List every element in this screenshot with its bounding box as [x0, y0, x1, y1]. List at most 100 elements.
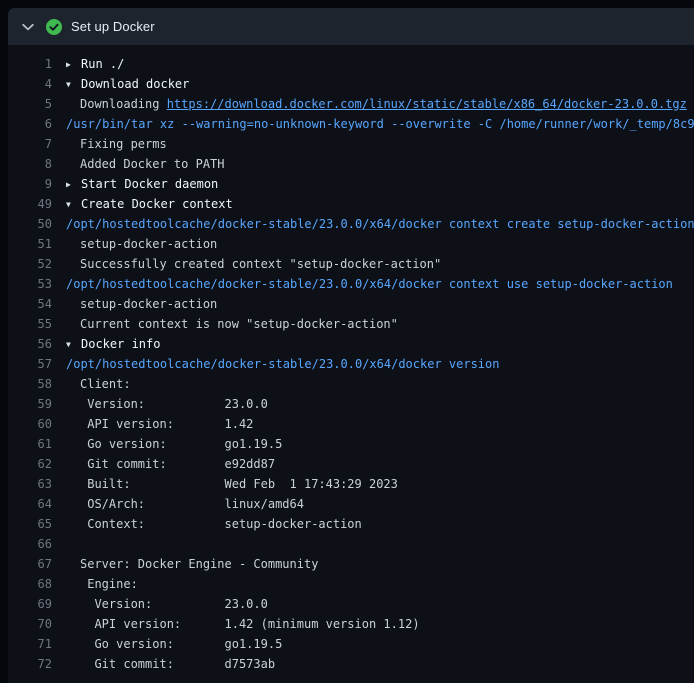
log-text: Context: setup-docker-action — [80, 517, 362, 531]
line-content: Built: Wed Feb 1 17:43:29 2023 — [80, 474, 398, 494]
line-number[interactable]: 6 — [8, 114, 52, 134]
log-text: Engine: — [80, 577, 138, 591]
line-content: API version: 1.42 (minimum version 1.12) — [80, 614, 420, 634]
log-link[interactable]: https://download.docker.com/linux/static… — [167, 97, 687, 111]
log-row: 7 Fixing perms — [8, 134, 694, 154]
line-number[interactable]: 8 — [8, 154, 52, 174]
log-row: 68 Engine: — [8, 574, 694, 594]
log-row: 57/opt/hostedtoolcache/docker-stable/23.… — [8, 354, 694, 374]
command-text: /usr/bin/tar xz --warning=no-unknown-key… — [66, 117, 694, 131]
triangle-down-icon[interactable]: ▼ — [66, 75, 74, 94]
line-content: ▶ Start Docker daemon — [66, 174, 218, 194]
line-number[interactable]: 50 — [8, 214, 52, 234]
log-text: Download docker — [81, 77, 189, 91]
line-number[interactable]: 51 — [8, 234, 52, 254]
line-number[interactable]: 52 — [8, 254, 52, 274]
log-row: 58 Client: — [8, 374, 694, 394]
line-number[interactable]: 49 — [8, 194, 52, 214]
log-text: Version: 23.0.0 — [80, 397, 268, 411]
line-content: Go version: go1.19.5 — [80, 634, 282, 654]
line-number[interactable]: 69 — [8, 594, 52, 614]
log-row: 55 Current context is now "setup-docker-a… — [8, 314, 694, 334]
line-number[interactable]: 70 — [8, 614, 52, 634]
line-number[interactable]: 68 — [8, 574, 52, 594]
line-number[interactable]: 62 — [8, 454, 52, 474]
line-number[interactable]: 65 — [8, 514, 52, 534]
line-number[interactable]: 1 — [8, 54, 52, 74]
line-number[interactable]: 9 — [8, 174, 52, 194]
line-number[interactable]: 54 — [8, 294, 52, 314]
line-content: ▶Run ./ — [66, 54, 124, 74]
line-content: Fixing perms — [80, 134, 167, 154]
line-content: Added Docker to PATH — [80, 154, 225, 174]
line-content: Client: — [80, 374, 131, 394]
triangle-right-icon[interactable]: ▶ — [66, 175, 74, 194]
line-content: Git commit: e92dd87 — [80, 454, 275, 474]
line-number[interactable]: 57 — [8, 354, 52, 374]
line-number[interactable]: 5 — [8, 94, 52, 114]
line-content: Go version: go1.19.5 — [80, 434, 282, 454]
line-number[interactable]: 4 — [8, 74, 52, 94]
line-content: Context: setup-docker-action — [80, 514, 362, 534]
line-content: /opt/hostedtoolcache/docker-stable/23.0.… — [66, 214, 694, 234]
log-group-row[interactable]: 49 ▼ Create Docker context — [8, 194, 694, 214]
chevron-down-icon[interactable] — [20, 19, 36, 35]
log-group-row[interactable]: 1 ▶Run ./ — [8, 54, 694, 74]
line-number[interactable]: 72 — [8, 654, 52, 674]
workflow-log-page: Set up Docker 1 ▶Run ./ 4 ▼ Download docker 5… — [0, 0, 694, 683]
line-content: /opt/hostedtoolcache/docker-stable/23.0.… — [66, 354, 499, 374]
log-group-row[interactable]: 9 ▶ Start Docker daemon — [8, 174, 694, 194]
line-content: Git commit: d7573ab — [80, 654, 275, 674]
log-row: 66 — [8, 534, 694, 554]
log-row: 71 Go version: go1.19.5 — [8, 634, 694, 654]
line-number[interactable]: 53 — [8, 274, 52, 294]
log-text: Git commit: e92dd87 — [80, 457, 275, 471]
line-number[interactable]: 58 — [8, 374, 52, 394]
log-text: Current context is now "setup-docker-act… — [80, 317, 398, 331]
line-number[interactable]: 64 — [8, 494, 52, 514]
log-text: Client: — [80, 377, 131, 391]
log-text: Start Docker daemon — [81, 177, 218, 191]
line-number[interactable]: 61 — [8, 434, 52, 454]
triangle-down-icon[interactable]: ▼ — [66, 195, 74, 214]
log-row: 8 Added Docker to PATH — [8, 154, 694, 174]
log-text: setup-docker-action — [80, 297, 217, 311]
log-row: 54 setup-docker-action — [8, 294, 694, 314]
line-number[interactable]: 71 — [8, 634, 52, 654]
line-number[interactable]: 55 — [8, 314, 52, 334]
log-text: setup-docker-action — [80, 237, 217, 251]
step-log-panel: Set up Docker 1 ▶Run ./ 4 ▼ Download docker 5… — [8, 8, 694, 683]
log-text: Fixing perms — [80, 137, 167, 151]
step-header[interactable]: Set up Docker — [8, 8, 694, 45]
log-group-row[interactable]: 4 ▼ Download docker — [8, 74, 694, 94]
command-text: /opt/hostedtoolcache/docker-stable/23.0.… — [66, 357, 499, 371]
line-content: ▼ Create Docker context — [66, 194, 233, 214]
log-text: API version: 1.42 (minimum version 1.12) — [80, 617, 420, 631]
line-number[interactable]: 66 — [8, 534, 52, 554]
log-text: Successfully created context "setup-dock… — [80, 257, 441, 271]
line-number[interactable]: 63 — [8, 474, 52, 494]
line-number[interactable]: 60 — [8, 414, 52, 434]
line-number[interactable]: 56 — [8, 334, 52, 354]
line-number[interactable]: 59 — [8, 394, 52, 414]
line-content: Engine: — [80, 574, 138, 594]
triangle-down-icon[interactable]: ▼ — [66, 335, 74, 354]
log-text: Server: Docker Engine - Community — [80, 557, 318, 571]
log-row: 61 Go version: go1.19.5 — [8, 434, 694, 454]
line-number[interactable]: 67 — [8, 554, 52, 574]
log-row: 53/opt/hostedtoolcache/docker-stable/23.… — [8, 274, 694, 294]
log-text: Version: 23.0.0 — [80, 597, 268, 611]
log-text: Added Docker to PATH — [80, 157, 225, 171]
line-content: Current context is now "setup-docker-act… — [80, 314, 398, 334]
line-content: OS/Arch: linux/amd64 — [80, 494, 304, 514]
line-content: setup-docker-action — [80, 294, 217, 314]
line-content: /opt/hostedtoolcache/docker-stable/23.0.… — [66, 274, 673, 294]
log-group-row[interactable]: 56▼Docker info — [8, 334, 694, 354]
line-number[interactable]: 7 — [8, 134, 52, 154]
line-content: Successfully created context "setup-dock… — [80, 254, 441, 274]
line-content: Version: 23.0.0 — [80, 394, 268, 414]
line-content: ▼ Download docker — [66, 74, 189, 94]
log-row: 65 Context: setup-docker-action — [8, 514, 694, 534]
triangle-right-icon[interactable]: ▶ — [66, 55, 74, 74]
log-text: Create Docker context — [81, 197, 233, 211]
